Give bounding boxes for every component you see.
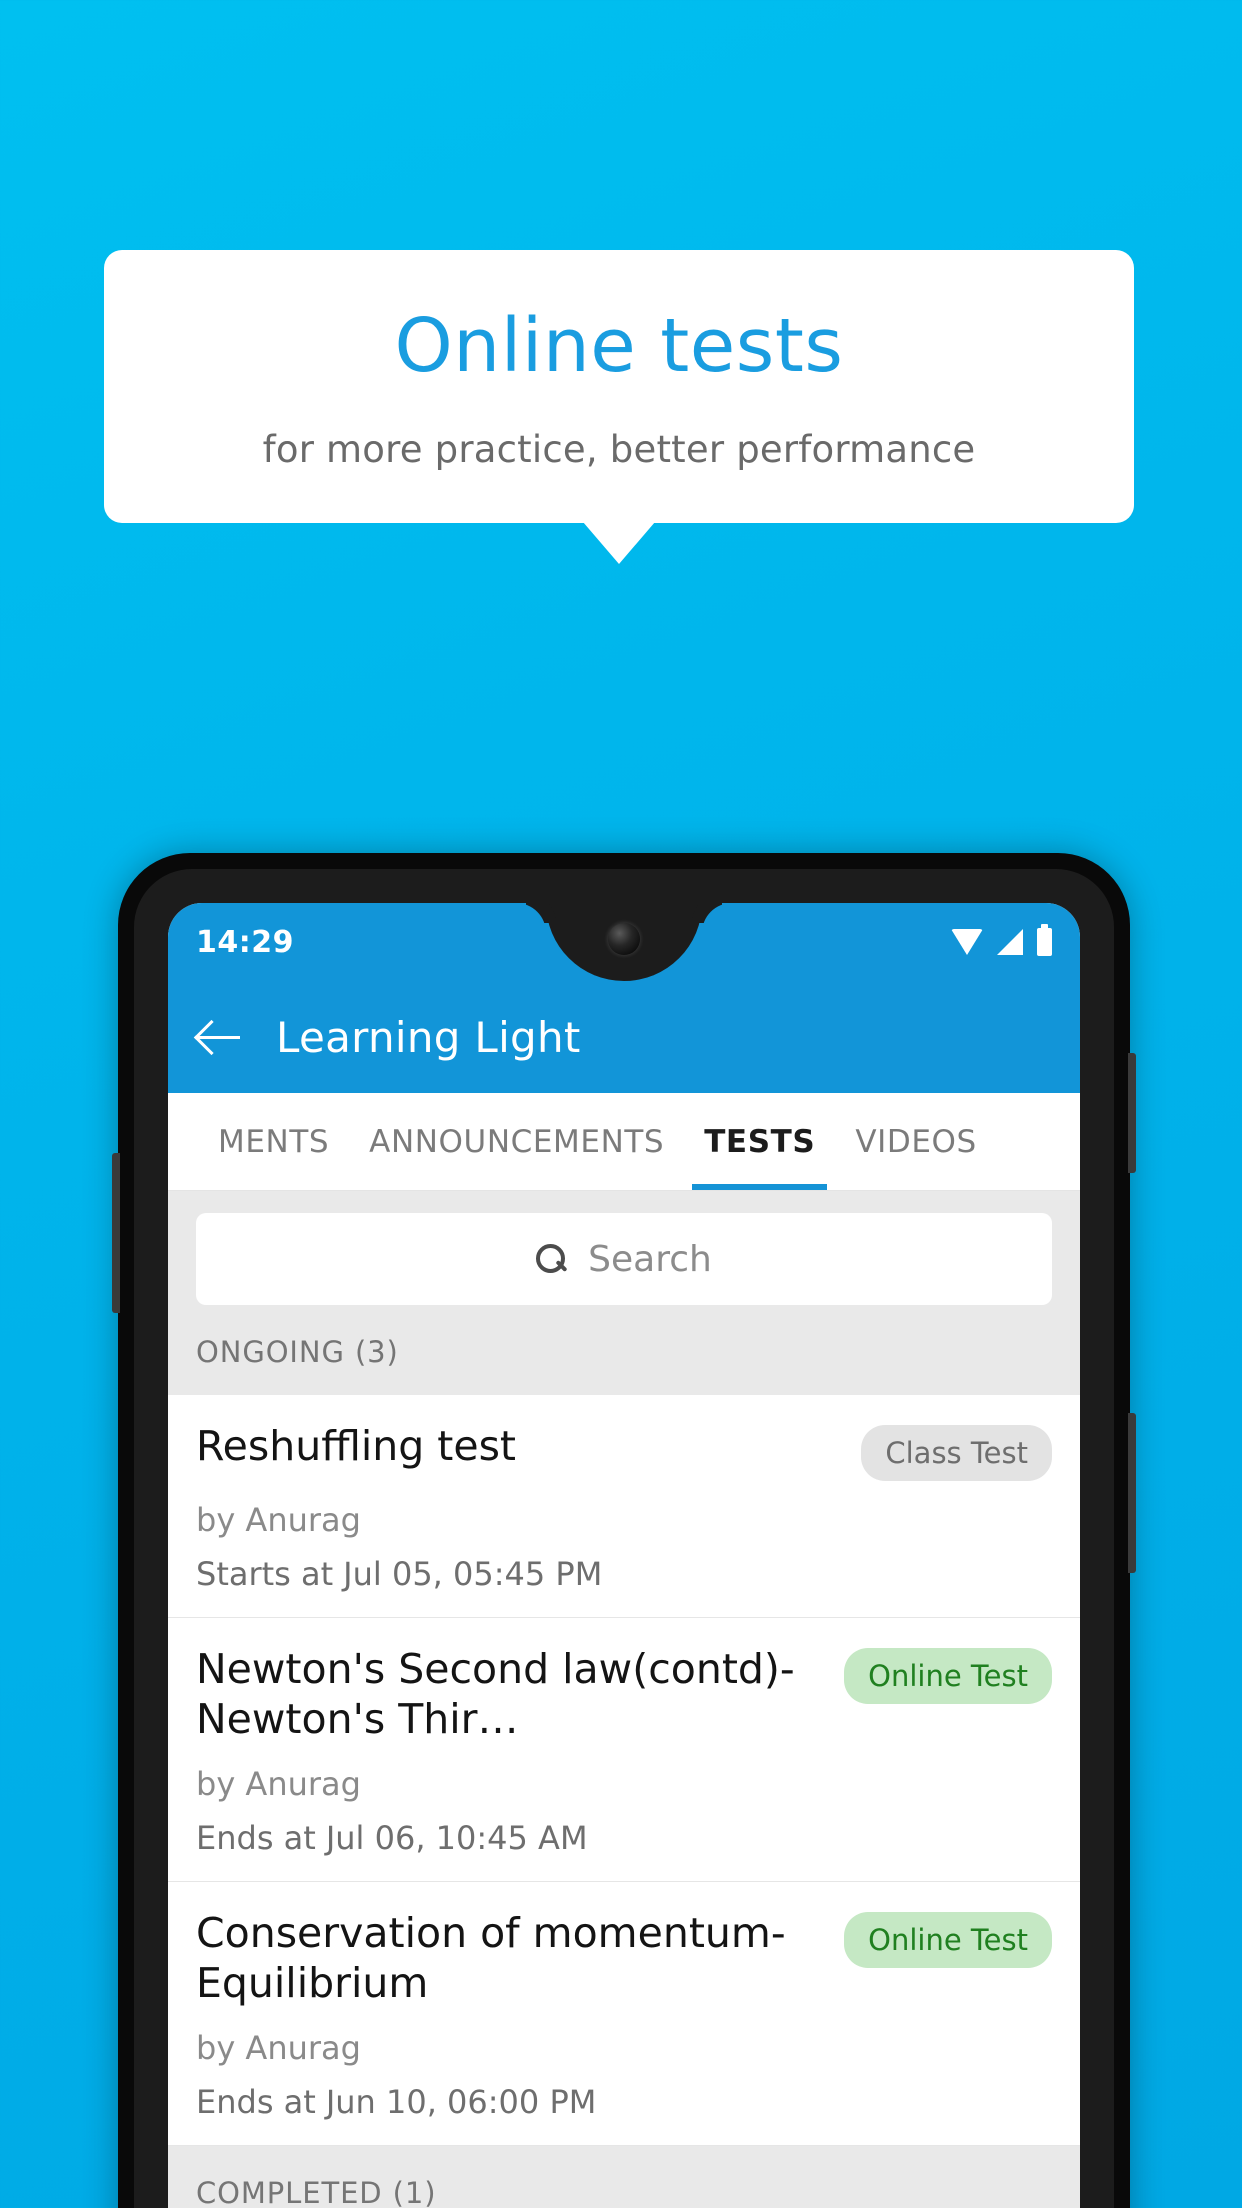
phone-power-button[interactable] — [1128, 1413, 1136, 1573]
promo-subtitle: for more practice, better performance — [262, 427, 976, 471]
tab-label: TESTS — [704, 1123, 816, 1160]
phone-mockup: 14:29 Learning Light MENTS ANNOUNCEMENTS… — [112, 853, 1136, 2208]
tab-tests[interactable]: TESTS — [684, 1093, 835, 1190]
callout-tail-icon — [583, 521, 655, 564]
schedule-value: Jun 10, 06:00 PM — [325, 2082, 597, 2121]
test-author: by Anurag — [196, 1764, 361, 1803]
test-title: Newton's Second law(contd)-Newton's Thir… — [196, 1645, 795, 1744]
status-badge: Online Test — [844, 1648, 1052, 1704]
promo-callout: Online tests for more practice, better p… — [104, 250, 1134, 564]
status-badge: Online Test — [844, 1911, 1052, 1968]
search-icon — [536, 1244, 566, 1274]
status-icons — [951, 924, 1052, 956]
tab-label: MENTS — [218, 1123, 330, 1160]
test-item-header: Newton's Second law(contd)-Newton's Thir… — [196, 1644, 1052, 1745]
signal-icon — [997, 929, 1023, 955]
schedule-label: Starts at — [196, 1555, 334, 1593]
battery-icon — [1037, 924, 1052, 956]
test-list-item[interactable]: Newton's Second law(contd)-Newton's Thir… — [168, 1618, 1080, 1882]
tab-bar: MENTS ANNOUNCEMENTS TESTS VIDEOS — [168, 1093, 1080, 1191]
test-author: by Anurag — [196, 1501, 361, 1539]
schedule-value: Jul 06, 10:45 AM — [325, 1818, 588, 1857]
tab-videos[interactable]: VIDEOS — [835, 1093, 997, 1190]
section-header-ongoing: ONGOING (3) — [168, 1329, 1080, 1395]
phone-screen: 14:29 Learning Light MENTS ANNOUNCEMENTS… — [168, 903, 1080, 2208]
status-time: 14:29 — [196, 924, 294, 960]
search-placeholder: Search — [588, 1238, 712, 1280]
test-schedule: Ends at Jul 06, 10:45 AM — [196, 1819, 1052, 1857]
tab-label: VIDEOS — [855, 1123, 977, 1160]
test-title: Reshuffling test — [196, 1422, 517, 1470]
test-list-item[interactable]: Conservation of momentum-Equilibrium Onl… — [168, 1882, 1080, 2146]
page-title: Learning Light — [276, 1012, 581, 1062]
tab-label: ANNOUNCEMENTS — [369, 1123, 665, 1160]
phone-bezel: 14:29 Learning Light MENTS ANNOUNCEMENTS… — [134, 869, 1114, 2208]
test-item-header: Reshuffling test Class Test — [196, 1421, 1052, 1481]
search-input[interactable]: Search — [196, 1213, 1052, 1305]
test-list: Reshuffling test Class Test by Anurag St… — [168, 1395, 1080, 2146]
test-title: Conservation of momentum-Equilibrium — [196, 1908, 786, 2008]
wifi-icon — [951, 929, 983, 955]
test-author: by Anurag — [196, 2028, 361, 2067]
search-zone: Search — [168, 1191, 1080, 1329]
schedule-label: Ends at — [196, 1818, 316, 1857]
section-header-completed: COMPLETED (1) — [168, 2145, 1080, 2208]
test-schedule: Ends at Jun 10, 06:00 PM — [196, 2083, 1052, 2121]
phone-left-button[interactable] — [112, 1153, 120, 1313]
front-camera-icon — [608, 923, 640, 955]
test-schedule: Starts at Jul 05, 05:45 PM — [196, 1555, 1052, 1593]
back-arrow-icon[interactable] — [194, 1011, 246, 1063]
app-bar: Learning Light — [168, 981, 1080, 1093]
tab-announcements[interactable]: ANNOUNCEMENTS — [349, 1093, 684, 1190]
status-badge: Class Test — [861, 1425, 1052, 1481]
schedule-value: Jul 05, 05:45 PM — [343, 1555, 603, 1593]
tab-assignments[interactable]: MENTS — [198, 1093, 349, 1190]
promo-card: Online tests for more practice, better p… — [104, 250, 1134, 564]
phone-volume-button[interactable] — [1128, 1053, 1136, 1173]
schedule-label: Ends at — [196, 2082, 316, 2121]
test-list-item[interactable]: Reshuffling test Class Test by Anurag St… — [168, 1395, 1080, 1618]
test-item-header: Conservation of momentum-Equilibrium Onl… — [196, 1908, 1052, 2009]
promo-title: Online tests — [394, 303, 844, 389]
